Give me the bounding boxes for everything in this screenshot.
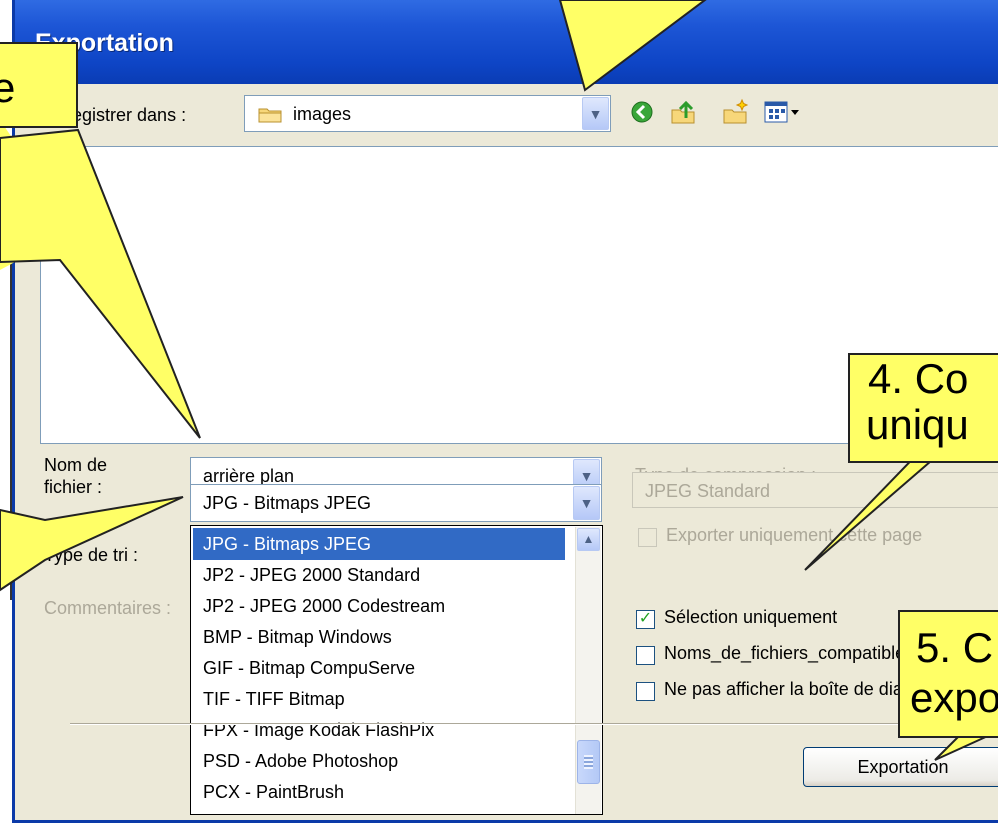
callout-box-4: 4. Co uniqu	[848, 353, 998, 463]
callout-box-top-left: e	[0, 42, 78, 128]
callout-pointer-filetype	[0, 496, 184, 592]
callout-pointer-5	[934, 734, 991, 761]
callout-text: 5. C	[916, 624, 994, 671]
callout-text: expo	[910, 674, 998, 721]
callout-text: uniqu	[866, 401, 969, 448]
callout-box-5: 5. C expo	[898, 610, 998, 738]
callout-text: e	[0, 64, 15, 112]
callout-pointer-top	[558, 0, 707, 92]
callout-pointer-filename	[0, 128, 201, 439]
callout-text: 4. Co	[868, 355, 969, 402]
